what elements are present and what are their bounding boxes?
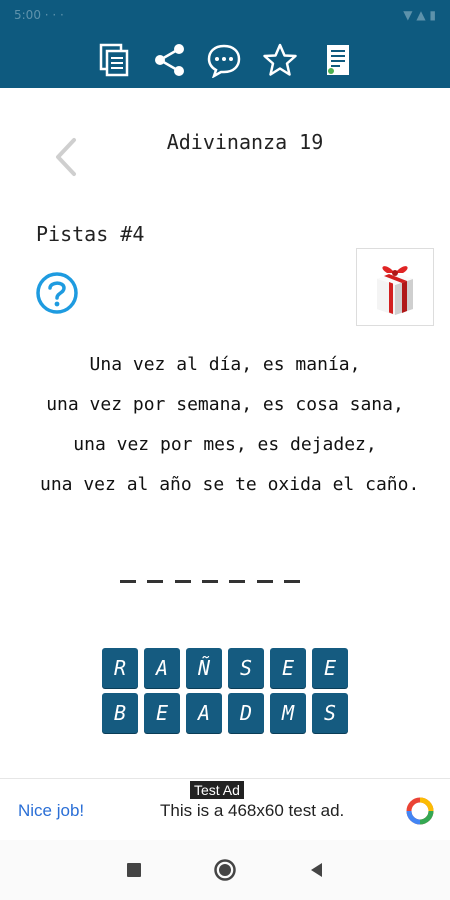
answer-slot[interactable] [174,580,191,583]
back-triangle-icon [311,863,322,877]
back-button[interactable] [305,858,329,882]
answer-slot[interactable] [120,580,136,583]
share-button[interactable] [150,40,190,80]
letter-tile[interactable]: S [228,648,264,688]
hints-counter: Pistas #4 [36,222,145,246]
gift-button[interactable] [356,248,434,326]
answer-slot[interactable] [201,580,218,583]
letter-tile[interactable]: M [270,693,306,733]
star-icon [263,43,297,76]
ad-nice-link[interactable]: Nice job! [18,801,84,821]
question-icon [36,272,78,314]
square-icon [127,863,141,877]
answer-slots[interactable] [120,562,300,583]
answer-slot[interactable] [147,580,164,583]
letter-tile[interactable]: E [270,648,306,688]
letter-grid: R A Ñ S E E B E A D M S [102,648,348,738]
status-bar: 5:00 · · · ▼ ▲ ▮ [0,0,450,30]
chevron-left-icon [56,138,76,176]
toolbar [0,30,450,88]
answer-slot[interactable] [256,580,273,583]
favorite-button[interactable] [260,40,300,80]
recents-button[interactable] [122,858,146,882]
letter-tile[interactable]: A [186,693,222,733]
riddle-text: Una vez al día, es manía, una vez por se… [40,345,420,505]
previous-riddle-button[interactable] [46,132,86,182]
riddle-line: una vez por semana, es cosa sana, [46,394,404,415]
home-button[interactable] [213,858,237,882]
copy-button[interactable] [94,40,134,80]
riddle-line: Una vez al día, es manía, [89,354,361,375]
list-icon [327,45,349,75]
ad-label: Test Ad [190,781,244,799]
riddle-line: una vez al año se te oxida el caño. [40,474,420,495]
ad-text: This is a 468x60 test ad. [160,801,345,820]
help-button[interactable] [34,270,80,316]
chat-button[interactable] [204,40,244,80]
letter-tile[interactable]: Ñ [186,648,222,688]
share-icon [155,44,184,76]
letter-tile[interactable]: E [312,648,348,688]
list-button[interactable] [318,40,358,80]
copy-icon [99,43,129,77]
riddle-line: una vez por mes, es dejadez, [73,434,377,455]
letter-row: R A Ñ S E E [102,648,348,688]
chat-icon [207,44,241,78]
ad-logo-icon[interactable] [404,795,436,827]
page-title: Adivinanza 19 [166,130,324,154]
letter-tile[interactable]: B [102,693,138,733]
letter-tile[interactable]: D [228,693,264,733]
answer-slot[interactable] [229,580,246,583]
gift-icon [377,266,413,315]
letter-tile[interactable]: E [144,693,180,733]
status-left: 5:00 · · · [14,8,64,22]
letter-tile[interactable]: R [102,648,138,688]
system-nav-bar [0,840,450,900]
circle-icon [214,859,236,881]
letter-row: B E A D M S [102,693,348,733]
letter-tile[interactable]: A [144,648,180,688]
letter-tile[interactable]: S [312,693,348,733]
status-right: ▼ ▲ ▮ [403,8,436,22]
answer-slot[interactable] [283,580,300,583]
